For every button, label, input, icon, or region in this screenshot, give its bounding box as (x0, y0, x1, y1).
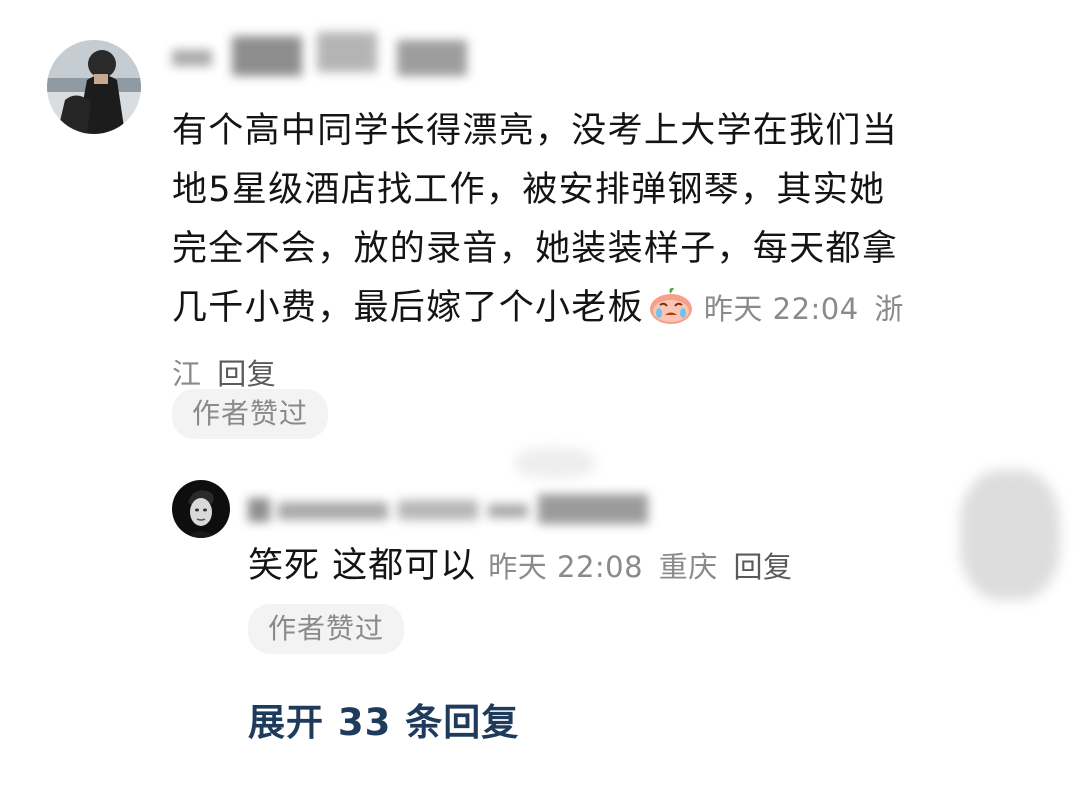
replier-avatar[interactable] (172, 480, 230, 538)
crying-emoji-icon (648, 285, 694, 344)
commenter-name-blurred (172, 28, 472, 80)
reply-meta: 昨天 22:08 重庆 回复 (488, 550, 798, 584)
expand-replies-link[interactable]: 展开 33 条回复 (248, 692, 519, 746)
comment-body: 有个高中同学长得漂亮，没考上大学在我们当地5星级酒店找工作，被安排弹钢琴，其实她… (172, 102, 917, 404)
redacted-blur (960, 470, 1060, 600)
reply-text: 笑死 这都可以 (248, 546, 477, 586)
reply-reply-button[interactable]: 回复 (734, 550, 793, 584)
comment-time: 昨天 22:04 (703, 292, 859, 326)
commenter-avatar[interactable] (47, 40, 141, 134)
reply-location: 重庆 (658, 550, 718, 584)
redacted-blur (515, 448, 595, 478)
reply-author-liked-badge: 作者赞过 (248, 604, 405, 654)
author-liked-badge: 作者赞过 (172, 389, 329, 439)
comment-reply-button[interactable]: 回复 (217, 357, 276, 391)
reply-time: 昨天 22:08 (488, 550, 644, 584)
replier-name-blurred (248, 486, 658, 532)
reply-body: 笑死 这都可以 昨天 22:08 重庆 回复 (248, 542, 799, 591)
